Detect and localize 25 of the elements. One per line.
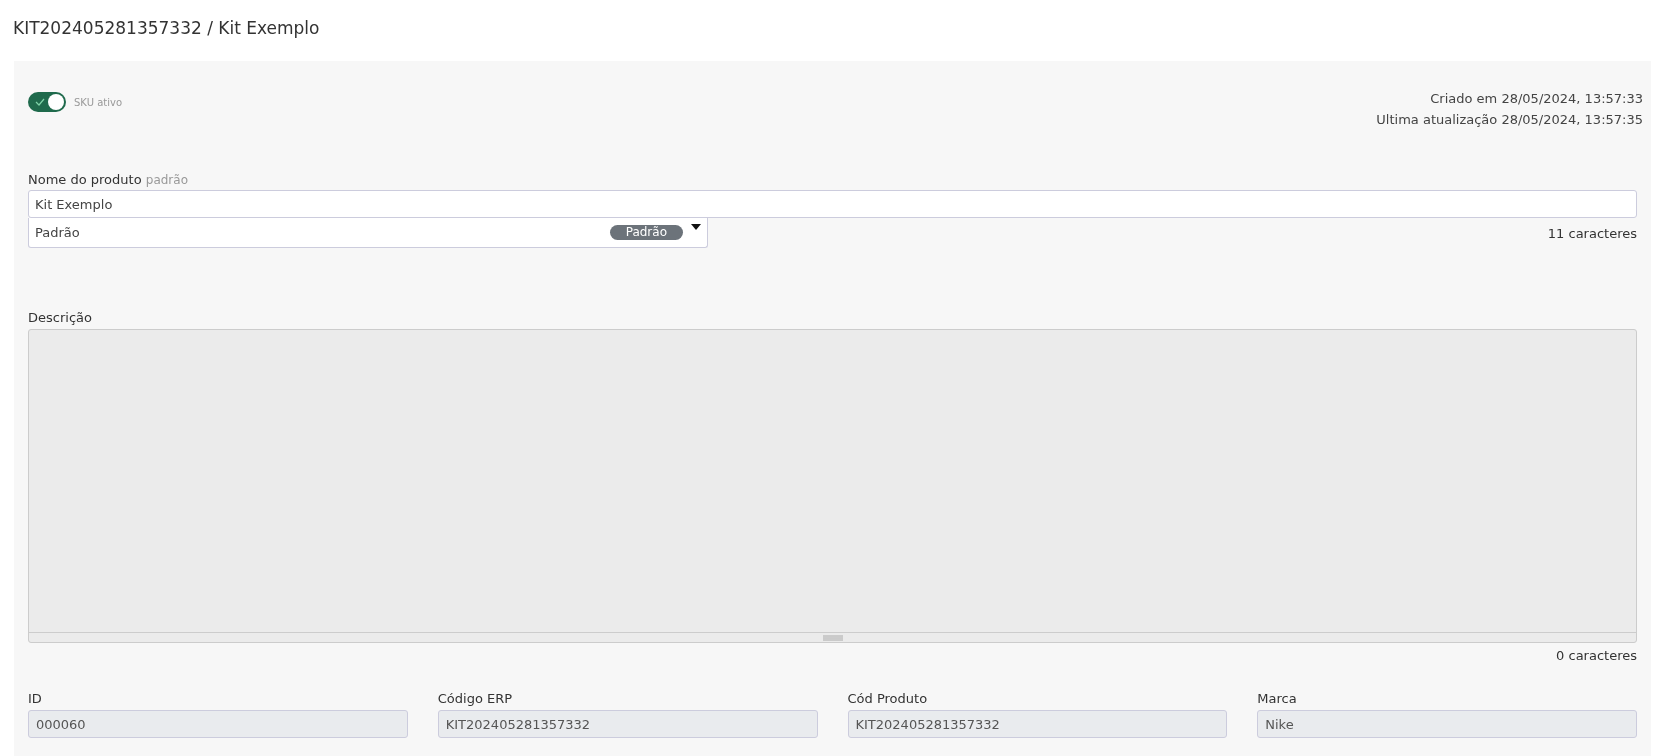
readonly-field: 000060 <box>28 710 408 738</box>
field-label: Cód Produto <box>847 691 929 706</box>
field-label: Código ERP <box>437 691 514 706</box>
toggle-switch[interactable] <box>28 92 66 112</box>
readonly-field: Nike <box>1257 710 1637 738</box>
timestamp-text: Criado em 28/05/2024, 13:57:33 <box>1429 90 1643 108</box>
field-label: ID <box>28 691 43 706</box>
toggle-label: SKU ativo <box>74 96 122 108</box>
page-title: KIT202405281357332 / Kit Exemplo <box>12 17 321 40</box>
language-select[interactable]: Padrão Padrão <box>28 218 708 248</box>
field-label: Descrição <box>28 310 93 325</box>
caret-icon <box>691 223 701 230</box>
character-count: 11 caracteres <box>1547 226 1637 241</box>
character-count: 0 caracteres <box>1556 648 1637 663</box>
product-name-field[interactable]: Kit Exemplo <box>28 190 1637 218</box>
field-label: Nome do produto <box>28 172 142 187</box>
check-icon <box>35 98 45 106</box>
field-hint: padrão <box>145 173 188 187</box>
default-badge: Padrão <box>609 225 683 240</box>
timestamp-text: Ultima atualização 28/05/2024, 13:57:35 <box>1376 111 1643 129</box>
resize-grip-icon[interactable] <box>822 634 843 641</box>
readonly-field: KIT202405281357332 <box>847 710 1228 738</box>
readonly-field: KIT202405281357332 <box>437 710 818 738</box>
description-field[interactable] <box>28 329 1637 643</box>
field-label: Marca <box>1257 691 1298 706</box>
